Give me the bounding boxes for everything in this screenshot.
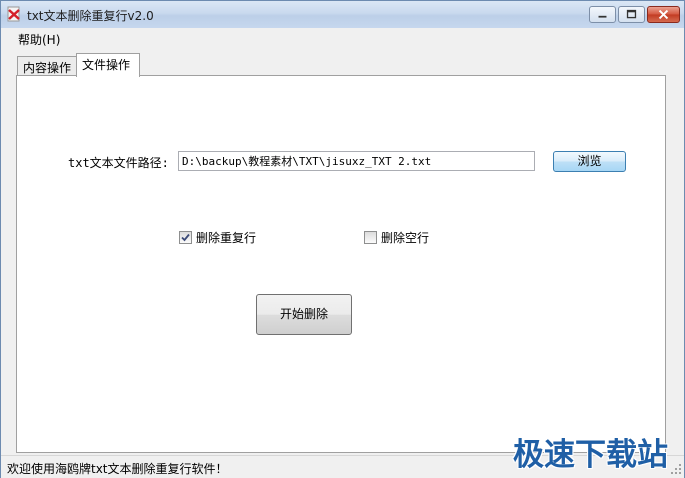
blank-lines-label[interactable]: 删除空行 [381, 229, 429, 246]
minimize-icon [598, 15, 607, 18]
app-icon [7, 6, 20, 22]
browse-button[interactable]: 浏览 [553, 151, 626, 172]
menu-help[interactable]: 帮助(H) [18, 31, 60, 48]
path-label: txt文本文件路径: [68, 156, 169, 170]
blank-lines-checkbox[interactable] [364, 231, 377, 244]
close-icon [658, 9, 669, 20]
start-delete-button[interactable]: 开始删除 [256, 294, 352, 335]
watermark: 极速下载站 [513, 437, 668, 473]
dedupe-label[interactable]: 删除重复行 [196, 229, 256, 246]
maximize-icon [626, 9, 637, 19]
dedupe-checkbox[interactable] [179, 231, 192, 244]
menu-bar: 帮助(H) [1, 28, 684, 48]
window-title: txt文本删除重复行v2.0 [27, 9, 154, 23]
status-text: 欢迎使用海鸥牌txt文本删除重复行软件！ [7, 462, 228, 476]
maximize-button[interactable] [618, 6, 645, 23]
app-window: txt文本删除重复行v2.0 帮助(H) 内容操作 文件操作 txt文本文件路径… [0, 0, 685, 478]
resize-grip-icon[interactable] [670, 463, 682, 475]
minimize-button[interactable] [589, 6, 616, 23]
title-bar[interactable]: txt文本删除重复行v2.0 [1, 1, 684, 28]
tab-file-ops[interactable]: 文件操作 [76, 53, 140, 77]
check-icon [181, 233, 190, 242]
close-button[interactable] [647, 6, 680, 23]
path-input[interactable] [178, 151, 535, 171]
file-ops-panel [16, 75, 666, 453]
tab-content-ops[interactable]: 内容操作 [17, 56, 77, 76]
